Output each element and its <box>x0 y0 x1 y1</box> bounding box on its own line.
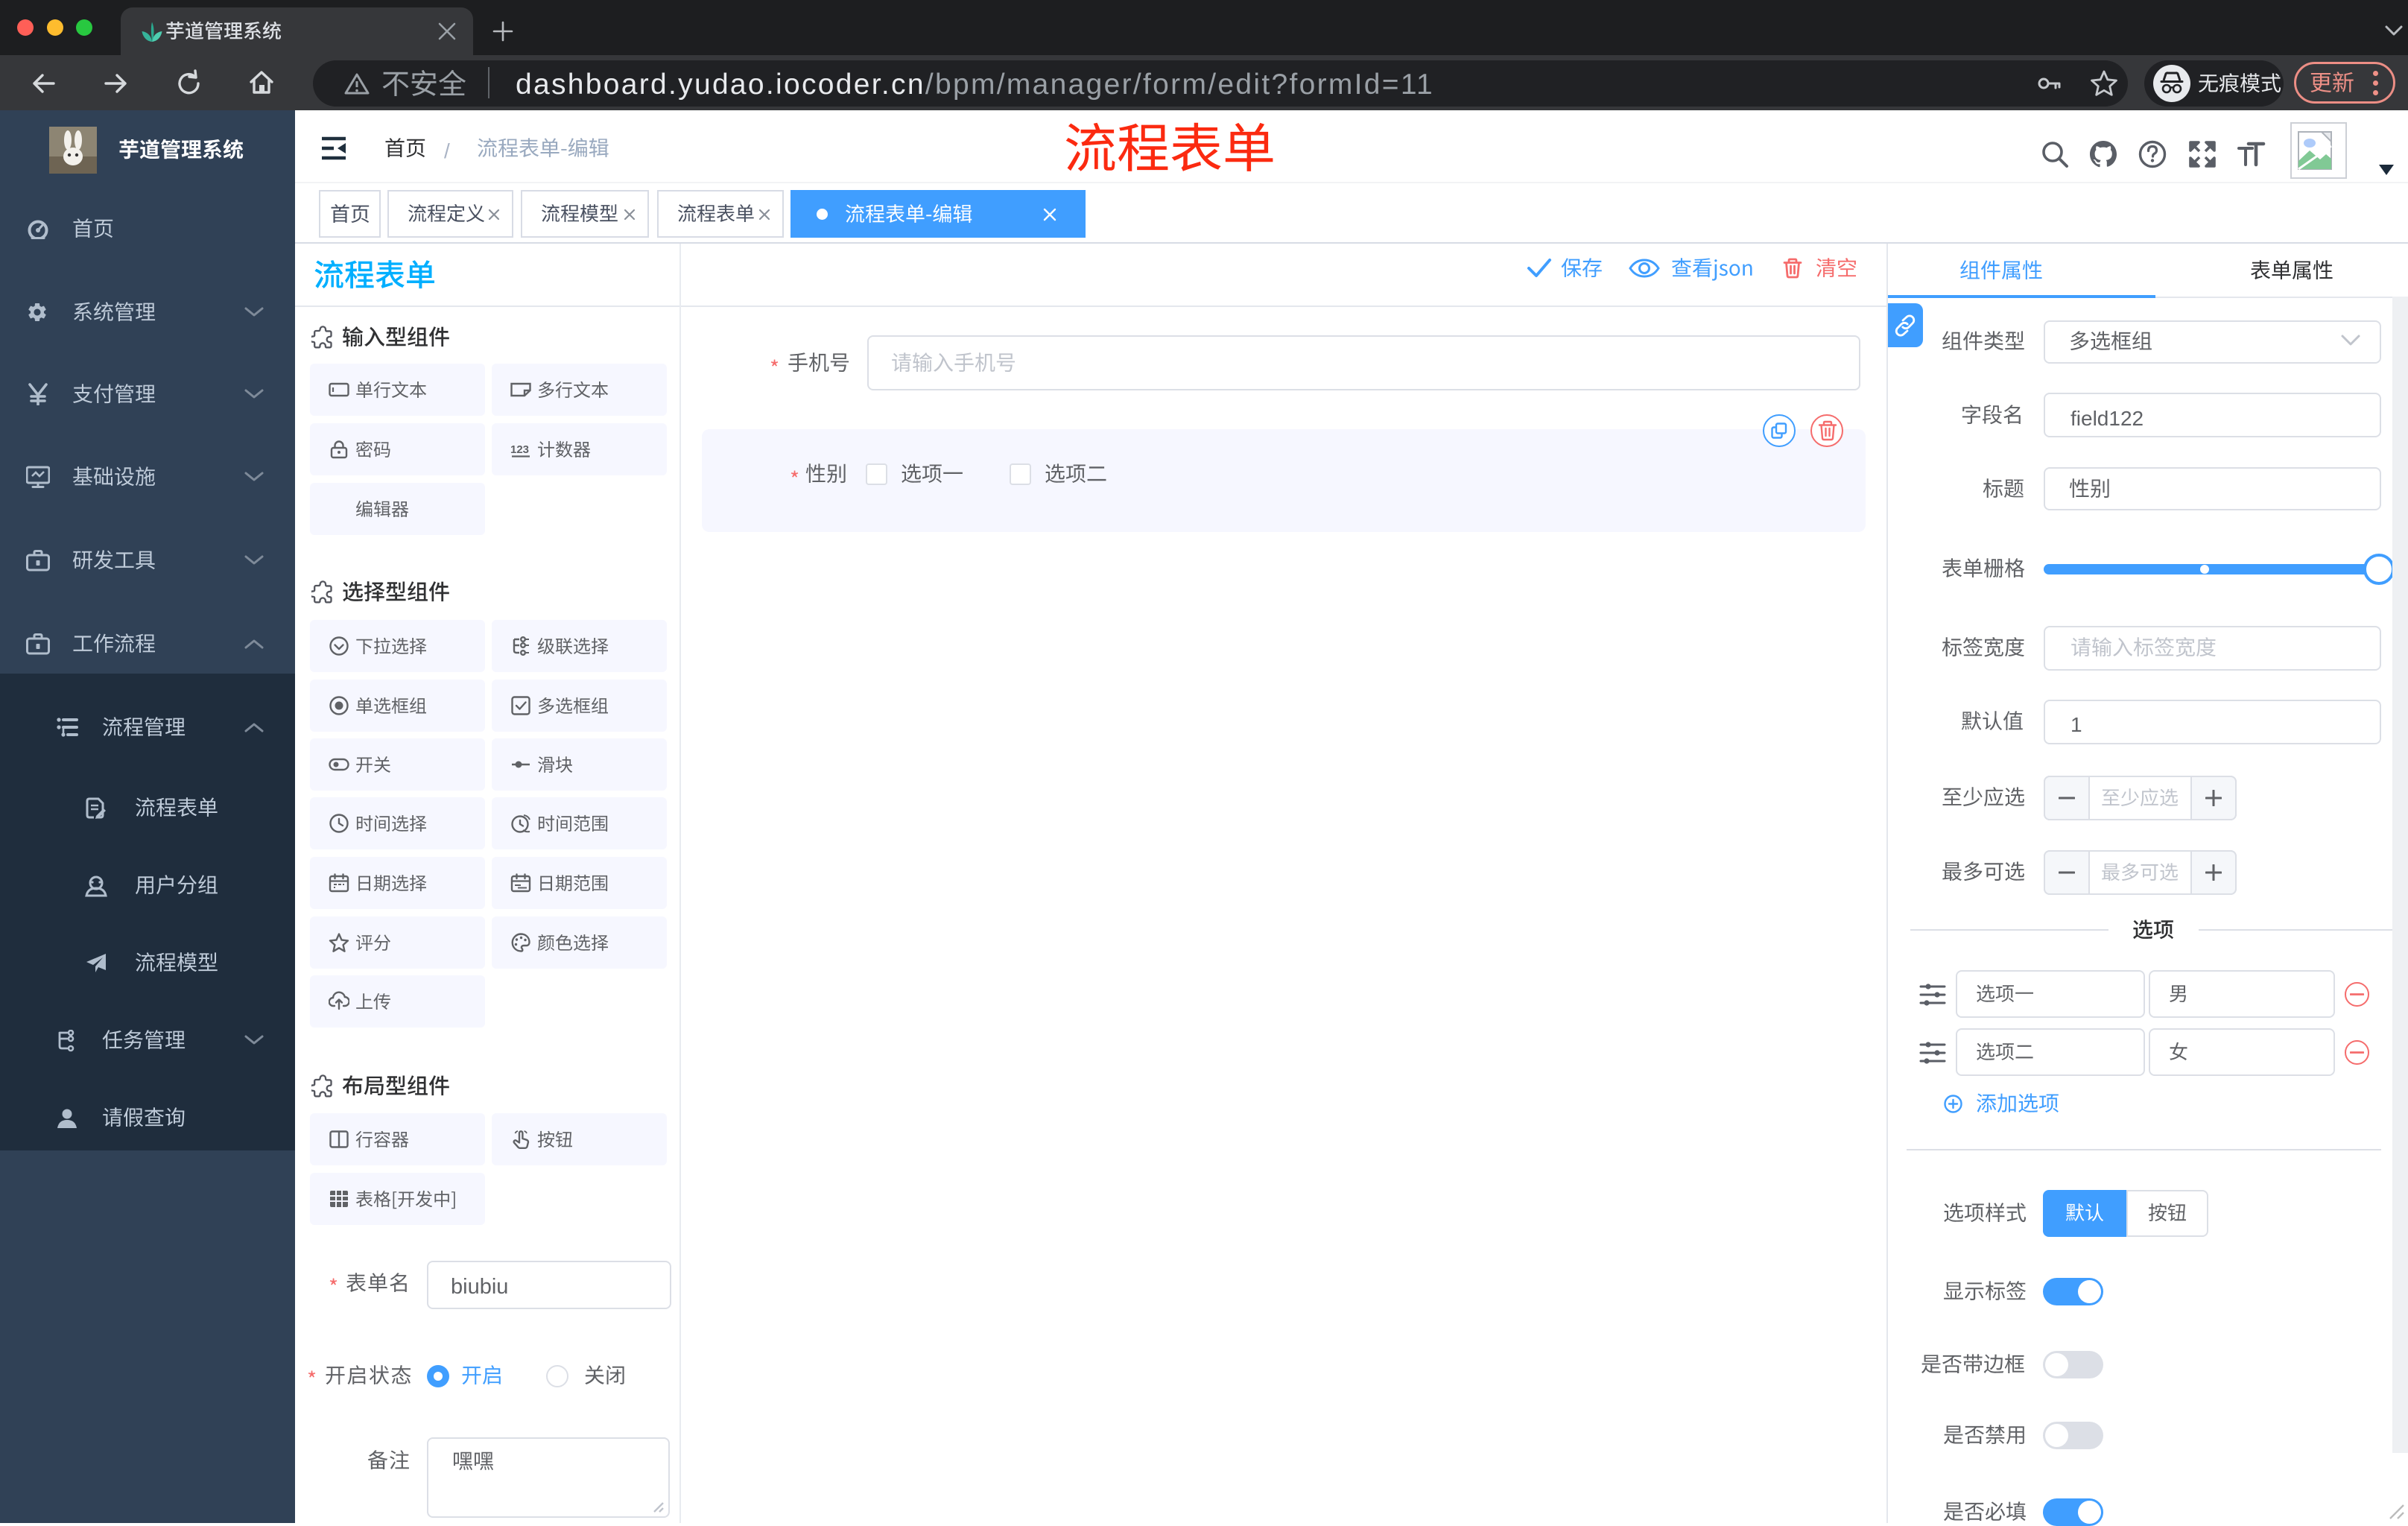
svg-text:123: 123 <box>510 443 529 456</box>
